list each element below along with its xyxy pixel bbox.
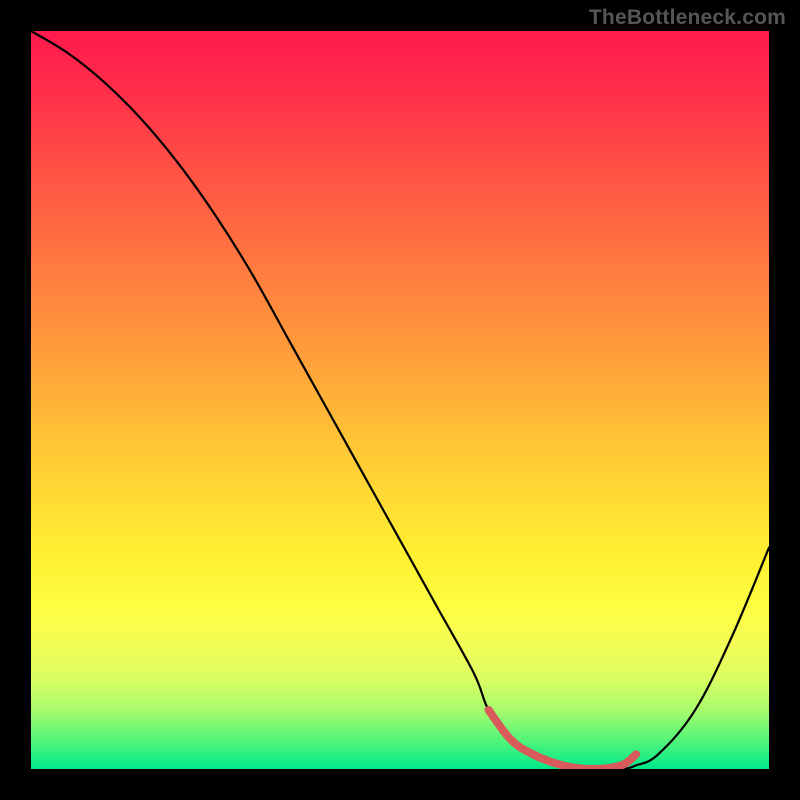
highlight-segment-path [489,710,637,769]
bottleneck-curve-path [31,31,769,769]
chart-container: TheBottleneck.com [0,0,800,800]
plot-area [31,31,769,769]
watermark-text: TheBottleneck.com [589,6,786,30]
curve-svg [31,31,769,769]
